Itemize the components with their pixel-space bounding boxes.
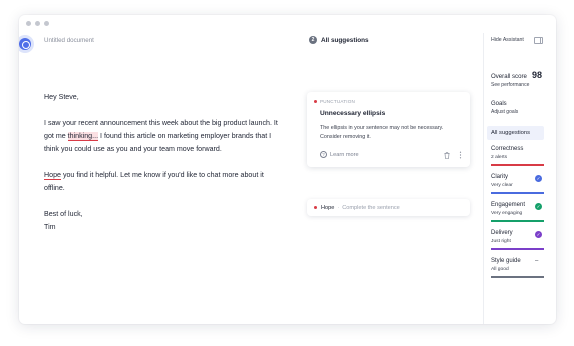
- suggestion-description: The ellipsis in your sentence may not be…: [320, 125, 444, 140]
- suggestion-count-badge: 2: [309, 36, 317, 44]
- collapsed-suggestion-separator: ·: [337, 204, 340, 211]
- category-bar: [491, 192, 544, 194]
- see-performance-link[interactable]: See performance: [491, 82, 529, 88]
- category-status: 2 alerts: [491, 155, 508, 160]
- hide-assistant-button[interactable]: Hide Assistant: [491, 37, 524, 43]
- suggestion-title: Unnecessary ellipsis: [320, 110, 386, 117]
- suggestions-header: 2 All suggestions: [309, 36, 369, 44]
- alert-dot-icon: [314, 206, 317, 209]
- check-icon: ✓: [535, 231, 542, 238]
- window-dot[interactable]: [44, 21, 49, 26]
- window-titlebar: [19, 15, 556, 33]
- document-body[interactable]: Hey Steve, I saw your recent announcemen…: [44, 91, 284, 234]
- trash-icon[interactable]: [444, 152, 450, 159]
- app-window: Untitled document Hey Steve, I saw your …: [19, 15, 556, 324]
- goals-label[interactable]: Goals: [491, 101, 507, 107]
- all-suggestions-tab[interactable]: All suggestions: [487, 126, 544, 140]
- flagged-ellipsis[interactable]: thinking...: [67, 132, 99, 141]
- closing-line: Best of luck,: [44, 210, 83, 218]
- paragraph-2-text: you find it helpful. Let me know if you'…: [44, 171, 264, 192]
- category-clarity[interactable]: Clarity Very clear ✓: [491, 174, 544, 196]
- paragraph-1: I saw your recent announcement this week…: [44, 117, 284, 156]
- suggestions-pane: 2 All suggestions PUNCTUATION Unnecessar…: [303, 33, 483, 324]
- category-name: Clarity: [491, 174, 509, 180]
- category-style-guide[interactable]: Style guide All good –: [491, 258, 544, 280]
- adjust-goals-link[interactable]: Adjust goals: [491, 109, 518, 115]
- category-bar: [491, 164, 544, 166]
- suggestion-category: PUNCTUATION: [314, 99, 355, 104]
- category-status: Just right: [491, 239, 511, 244]
- greeting-line: Hey Steve,: [44, 93, 79, 101]
- suggestion-card[interactable]: PUNCTUATION Unnecessary ellipsis The ell…: [307, 92, 470, 167]
- suggestions-heading: All suggestions: [321, 36, 369, 44]
- category-engagement[interactable]: Engagement Very engaging ✓: [491, 202, 544, 224]
- check-icon: ✓: [535, 203, 542, 210]
- category-name: Delivery: [491, 230, 513, 236]
- category-bar: [491, 220, 544, 222]
- document-title[interactable]: Untitled document: [44, 37, 94, 44]
- more-icon[interactable]: [459, 151, 462, 159]
- category-name: Engagement: [491, 202, 526, 208]
- category-status: Very clear: [491, 183, 513, 188]
- overall-score-value: 98: [532, 70, 543, 80]
- help-icon: ?: [320, 151, 327, 158]
- category-status: Very engaging: [491, 211, 523, 216]
- window-dot[interactable]: [35, 21, 40, 26]
- collapsed-suggestion-card[interactable]: Hope · Complete the sentence: [307, 199, 470, 216]
- flagged-hope[interactable]: Hope: [44, 171, 61, 180]
- dash-icon: –: [535, 258, 539, 264]
- category-correctness[interactable]: Correctness 2 alerts: [491, 146, 544, 168]
- overall-score-label: Overall score: [491, 73, 527, 80]
- assistant-sidebar: Hide Assistant Overall score 98 See perf…: [483, 33, 556, 324]
- app-logo-icon[interactable]: [19, 38, 31, 50]
- category-bar: [491, 276, 544, 278]
- sidebar-toggle-icon[interactable]: [534, 37, 543, 44]
- learn-more-label: Learn more: [330, 151, 359, 158]
- collapsed-suggestion-word: Hope: [321, 204, 335, 211]
- check-icon: ✓: [535, 175, 542, 182]
- paragraph-2: Hope you find it helpful. Let me know if…: [44, 169, 284, 195]
- category-name: Correctness: [491, 146, 524, 152]
- learn-more-link[interactable]: ? Learn more: [320, 151, 359, 158]
- signature-line: Tim: [44, 223, 56, 231]
- editor-pane: Untitled document Hey Steve, I saw your …: [19, 33, 303, 324]
- category-bar: [491, 248, 544, 250]
- category-name: Style guide: [491, 258, 521, 264]
- category-delivery[interactable]: Delivery Just right ✓: [491, 230, 544, 252]
- collapsed-suggestion-hint: Complete the sentence: [342, 204, 400, 211]
- category-status: All good: [491, 267, 509, 272]
- window-dot[interactable]: [26, 21, 31, 26]
